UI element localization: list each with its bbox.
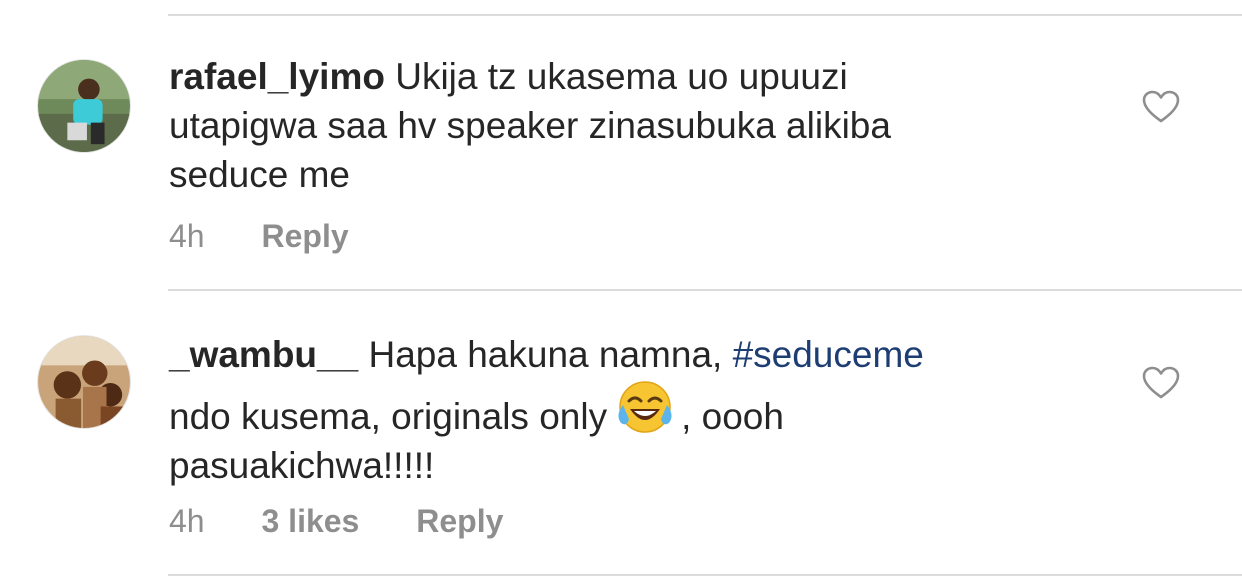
comment-text-line2: ndo kusema, originals only: [169, 396, 608, 437]
heart-icon: [1142, 366, 1180, 399]
comment-text: _wambu__ Hapa hakuna namna, #seduceme nd…: [169, 330, 1069, 490]
heart-icon: [1142, 90, 1180, 123]
reply-button[interactable]: Reply: [416, 503, 503, 539]
comment-meta: 4h Reply: [169, 218, 397, 255]
bottom-divider: [168, 574, 1242, 576]
user-avatar-icon: [38, 60, 130, 152]
comment-meta: 4h 3 likes Reply: [169, 503, 551, 540]
comment-text-line2-end: , oooh: [681, 396, 784, 437]
like-button[interactable]: [1142, 366, 1180, 400]
timestamp[interactable]: 4h: [169, 218, 205, 254]
comment-text: rafael_lyimo Ukija tz ukasema uo upuuzi …: [169, 52, 1069, 199]
username-link[interactable]: rafael_lyimo: [169, 56, 385, 97]
comment-text-line2: utapigwa saa hv speaker zinasubuka aliki…: [169, 105, 891, 146]
likes-count[interactable]: 3 likes: [261, 503, 359, 539]
like-button[interactable]: [1142, 90, 1180, 124]
reply-button[interactable]: Reply: [261, 218, 348, 254]
face-with-tears-of-joy-icon: [617, 379, 673, 435]
username-link[interactable]: _wambu__: [169, 334, 358, 375]
top-divider: [168, 14, 1242, 16]
comment-text-line3: pasuakichwa!!!!!: [169, 445, 435, 486]
avatar[interactable]: [37, 335, 131, 429]
user-avatar-icon: [38, 336, 130, 428]
comment-text-line1: Ukija tz ukasema uo upuuzi: [395, 56, 848, 97]
hashtag-link[interactable]: #seduceme: [733, 334, 924, 375]
avatar[interactable]: [37, 59, 131, 153]
comment-divider: [168, 289, 1242, 291]
timestamp[interactable]: 4h: [169, 503, 205, 539]
comment-text-line3: seduce me: [169, 154, 350, 195]
comment-text-line1: Hapa hakuna namna,: [368, 334, 723, 375]
